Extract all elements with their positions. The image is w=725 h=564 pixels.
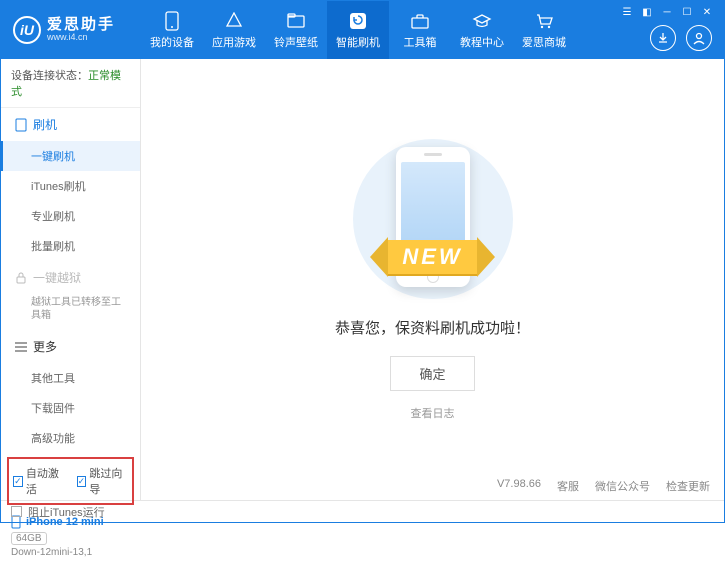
checkbox-auto-activate[interactable]: ✓自动激活 bbox=[13, 465, 65, 497]
nav-my-device[interactable]: 我的设备 bbox=[141, 1, 203, 59]
apps-icon bbox=[224, 11, 244, 31]
sidebar-item-pro-flash[interactable]: 专业刷机 bbox=[1, 201, 140, 231]
jailbreak-note: 越狱工具已转移至工具箱 bbox=[1, 294, 140, 330]
checkbox-skip-guide[interactable]: ✓跳过向导 bbox=[77, 465, 129, 497]
nav-ringtone-wallpaper[interactable]: 铃声壁纸 bbox=[265, 1, 327, 59]
lock-icon bbox=[15, 272, 27, 284]
sidebar: 设备连接状态：正常模式 刷机 一键刷机 iTunes刷机 专业刷机 批量刷机 一… bbox=[1, 59, 141, 500]
sidebar-item-advanced[interactable]: 高级功能 bbox=[1, 423, 140, 453]
nav-store[interactable]: 爱思商城 bbox=[513, 1, 575, 59]
main-nav: 我的设备 应用游戏 铃声壁纸 智能刷机 工具箱 教程中心 爱思商城 bbox=[141, 1, 618, 59]
view-log-link[interactable]: 查看日志 bbox=[411, 405, 455, 421]
flash-options-highlight: ✓自动激活 ✓跳过向导 bbox=[7, 457, 134, 505]
phone-small-icon bbox=[15, 118, 27, 132]
device-desc: Down-12mini-13,1 bbox=[11, 547, 130, 558]
skin-icon[interactable]: ◧ bbox=[638, 5, 656, 19]
app-url: www.i4.cn bbox=[47, 33, 115, 43]
sidebar-section-flash[interactable]: 刷机 bbox=[1, 108, 140, 141]
sidebar-item-batch-flash[interactable]: 批量刷机 bbox=[1, 231, 140, 261]
sidebar-item-itunes-flash[interactable]: iTunes刷机 bbox=[1, 171, 140, 201]
sidebar-item-download-firmware[interactable]: 下载固件 bbox=[1, 393, 140, 423]
cart-icon bbox=[534, 11, 554, 31]
title-bar: iU 爱思助手 www.i4.cn 我的设备 应用游戏 铃声壁纸 智能刷机 工具… bbox=[1, 1, 724, 59]
success-message: 恭喜您，保资料刷机成功啦！ bbox=[335, 317, 530, 338]
link-support[interactable]: 客服 bbox=[557, 478, 579, 494]
status-bar-right: V7.98.66 客服 微信公众号 检查更新 bbox=[497, 478, 710, 494]
nav-apps-games[interactable]: 应用游戏 bbox=[203, 1, 265, 59]
checkbox-block-itunes[interactable] bbox=[11, 506, 22, 517]
minimize-icon[interactable]: ─ bbox=[658, 5, 676, 19]
download-button[interactable] bbox=[650, 25, 676, 51]
phone-icon bbox=[162, 11, 182, 31]
toolbox-icon bbox=[410, 11, 430, 31]
graduation-icon bbox=[472, 11, 492, 31]
menu-icon[interactable]: ☰ bbox=[618, 5, 636, 19]
sidebar-item-other-tools[interactable]: 其他工具 bbox=[1, 363, 140, 393]
close-icon[interactable]: ✕ bbox=[698, 5, 716, 19]
folder-icon bbox=[286, 11, 306, 31]
refresh-icon bbox=[348, 11, 368, 31]
link-wechat[interactable]: 微信公众号 bbox=[595, 478, 650, 494]
logo: iU 爱思助手 www.i4.cn bbox=[1, 1, 141, 59]
version-label: V7.98.66 bbox=[497, 478, 541, 494]
maximize-icon[interactable]: ☐ bbox=[678, 5, 696, 19]
sidebar-section-more[interactable]: 更多 bbox=[1, 330, 140, 363]
device-icon bbox=[11, 515, 21, 529]
ribbon-text: NEW bbox=[388, 240, 476, 274]
user-button[interactable] bbox=[686, 25, 712, 51]
logo-icon: iU bbox=[13, 16, 41, 44]
block-itunes-label: 阻止iTunes运行 bbox=[28, 504, 105, 520]
app-title: 爱思助手 bbox=[47, 17, 115, 34]
nav-tutorial[interactable]: 教程中心 bbox=[451, 1, 513, 59]
sidebar-item-oneclick-flash[interactable]: 一键刷机 bbox=[1, 141, 140, 171]
link-check-update[interactable]: 检查更新 bbox=[666, 478, 710, 494]
connection-status: 设备连接状态：正常模式 bbox=[1, 59, 140, 108]
list-icon bbox=[15, 342, 27, 352]
main-content: NEW 恭喜您，保资料刷机成功啦！ 确定 查看日志 V7.98.66 客服 微信… bbox=[141, 59, 724, 500]
device-capacity: 64GB bbox=[11, 532, 47, 545]
nav-toolbox[interactable]: 工具箱 bbox=[389, 1, 451, 59]
sidebar-section-jailbreak: 一键越狱 bbox=[1, 261, 140, 294]
ok-button[interactable]: 确定 bbox=[390, 356, 474, 391]
success-illustration: NEW bbox=[343, 139, 523, 299]
nav-smart-flash[interactable]: 智能刷机 bbox=[327, 1, 389, 59]
